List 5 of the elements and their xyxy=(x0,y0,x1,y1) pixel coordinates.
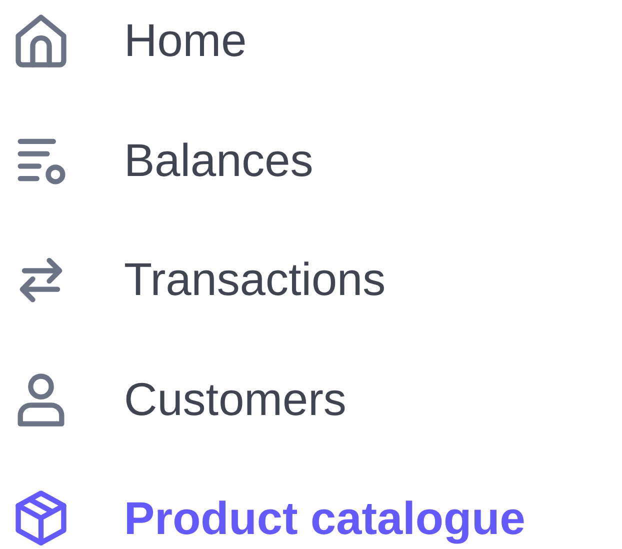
sidebar-item[interactable]: Product catalogue xyxy=(124,491,526,545)
sidebar-item[interactable]: Home xyxy=(124,13,247,67)
sidebar-item[interactable]: Transactions xyxy=(124,252,386,306)
sidebar-item[interactable]: Customers xyxy=(124,372,346,426)
sidebar-item[interactable]: Balances xyxy=(124,132,314,186)
